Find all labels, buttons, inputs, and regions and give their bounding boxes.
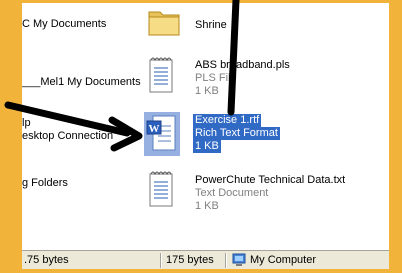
annotation-arrows	[4, 0, 240, 152]
vertical-arrow-line	[227, 0, 240, 116]
screenshot-stage: C My Documents ___Mel1 My Documents lp e…	[0, 0, 402, 273]
